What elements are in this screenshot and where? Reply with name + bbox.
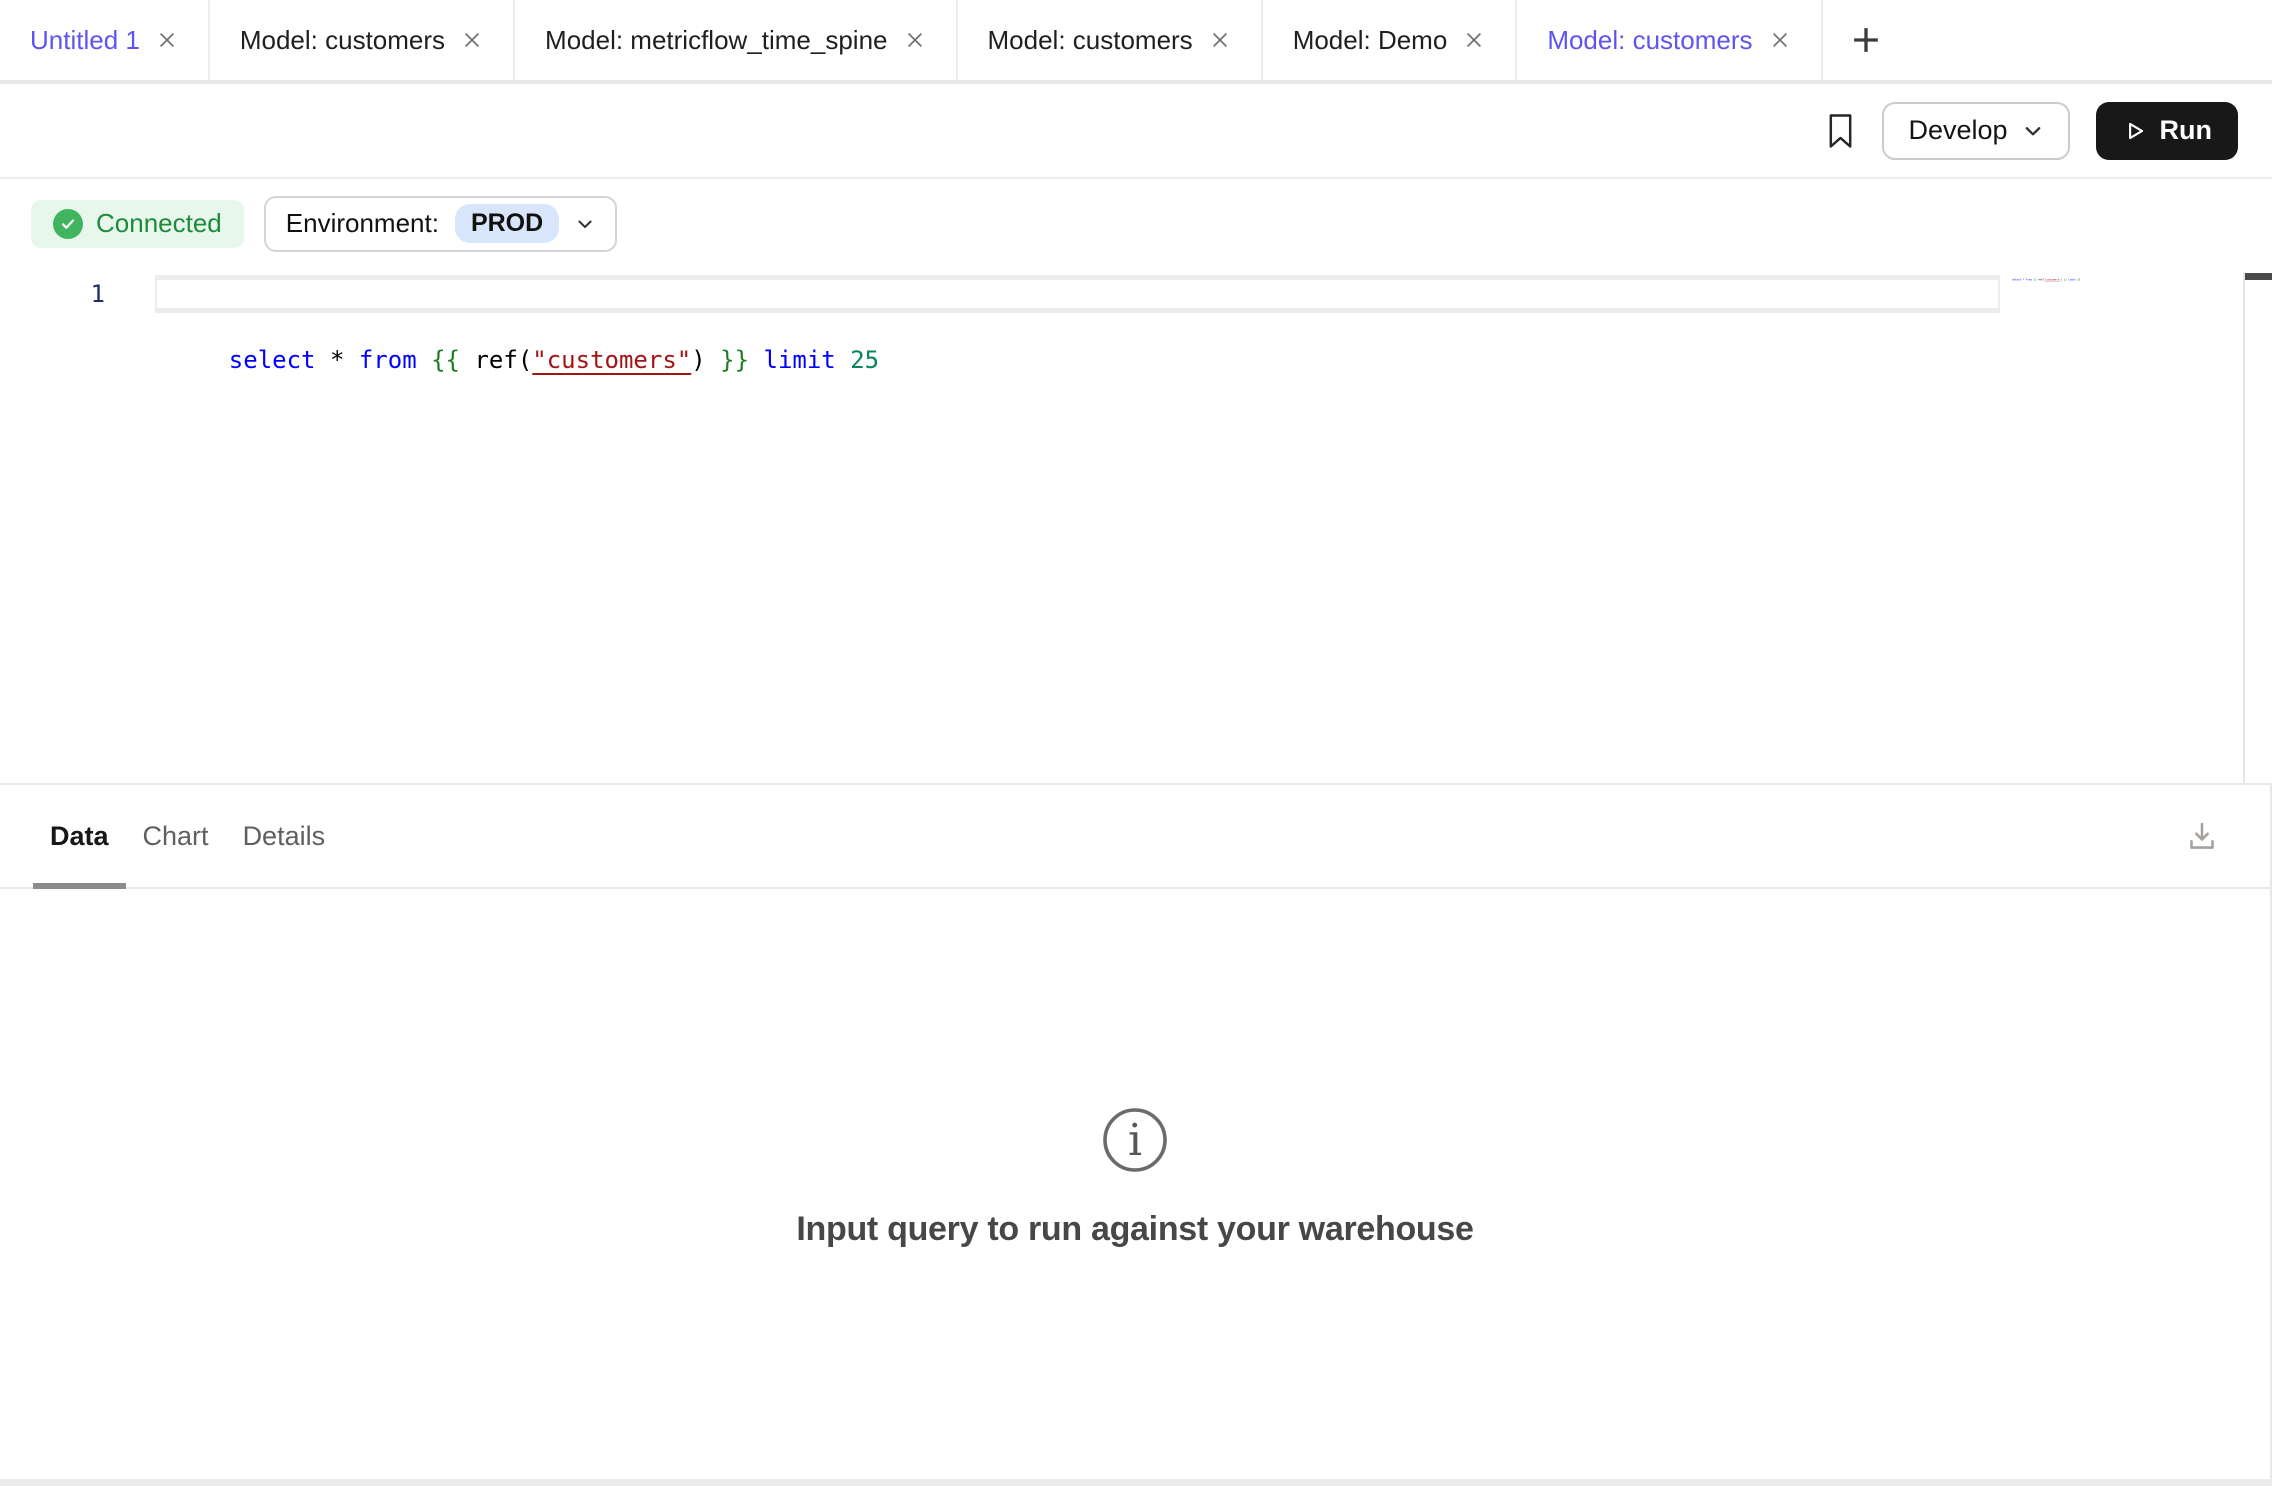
code-token: {{ bbox=[431, 346, 460, 374]
run-button[interactable]: Run bbox=[2096, 102, 2238, 160]
code-token: ref bbox=[474, 346, 517, 374]
chevron-down-icon bbox=[575, 214, 595, 234]
connection-status-badge: Connected bbox=[31, 200, 244, 248]
code-token bbox=[749, 346, 763, 374]
environment-selector[interactable]: Environment: PROD bbox=[264, 196, 617, 252]
results-tab-label: Data bbox=[50, 821, 109, 852]
tab-list: Untitled 1 Model: customers Model: metri… bbox=[0, 0, 1823, 80]
minimap-code: select * from {{ ref("customers") }} lim… bbox=[2003, 272, 2028, 281]
play-icon bbox=[2122, 118, 2148, 144]
close-icon[interactable] bbox=[1769, 29, 1791, 51]
bottom-edge-bar bbox=[0, 1479, 2272, 1486]
editor-tab[interactable]: Untitled 1 bbox=[0, 0, 210, 80]
editor-tab[interactable]: Model: metricflow_time_spine bbox=[515, 0, 957, 80]
code-token: select bbox=[229, 346, 316, 374]
line-number-gutter: 1 bbox=[0, 277, 157, 311]
sql-editor[interactable]: 1 select * from {{ ref("customers") }} l… bbox=[0, 268, 2272, 783]
bookmark-button[interactable] bbox=[1825, 111, 1856, 151]
status-row: Connected Environment: PROD bbox=[0, 179, 2272, 268]
line-number: 1 bbox=[0, 277, 105, 311]
toolbar: Develop Run bbox=[0, 84, 2272, 179]
code-token: limit bbox=[764, 346, 836, 374]
tab-bar: Untitled 1 Model: customers Model: metri… bbox=[0, 0, 2272, 84]
environment-label: Environment: bbox=[286, 208, 439, 239]
editor-tab[interactable]: Model: Demo bbox=[1263, 0, 1518, 80]
code-token bbox=[836, 346, 850, 374]
code-token: "customers" bbox=[532, 346, 691, 374]
editor-scrollbar-thumb[interactable] bbox=[2245, 273, 2272, 280]
chevron-down-icon bbox=[2022, 120, 2044, 142]
code-token: }} bbox=[720, 346, 749, 374]
tab-label: Model: Demo bbox=[1293, 25, 1448, 56]
tab-label: Model: customers bbox=[988, 25, 1193, 56]
results-tab-list: Data Chart Details bbox=[33, 785, 342, 887]
code-token: 25 bbox=[850, 346, 879, 374]
develop-dropdown[interactable]: Develop bbox=[1882, 102, 2069, 160]
code-line[interactable]: select * from {{ ref("customers") }} lim… bbox=[157, 278, 879, 377]
plus-icon bbox=[1847, 21, 1885, 59]
run-label: Run bbox=[2160, 115, 2212, 146]
code-token bbox=[344, 346, 358, 374]
connection-status-label: Connected bbox=[96, 208, 222, 239]
editor-scrollbar-track[interactable] bbox=[2243, 273, 2272, 783]
code-token: * bbox=[330, 346, 344, 374]
check-circle-icon bbox=[53, 209, 83, 239]
download-button[interactable] bbox=[2184, 818, 2220, 854]
code-token: from bbox=[359, 346, 417, 374]
code-token bbox=[316, 346, 330, 374]
develop-label: Develop bbox=[1908, 115, 2007, 146]
code-token: ) bbox=[691, 346, 705, 374]
close-icon[interactable] bbox=[1209, 29, 1231, 51]
editor-tab[interactable]: Model: customers bbox=[210, 0, 515, 80]
results-tab[interactable]: Chart bbox=[126, 785, 226, 887]
results-tab-label: Chart bbox=[143, 821, 209, 852]
code-token bbox=[417, 346, 431, 374]
code-token bbox=[706, 346, 720, 374]
code-token bbox=[460, 346, 474, 374]
tab-label: Model: customers bbox=[1547, 25, 1752, 56]
close-icon[interactable] bbox=[156, 29, 178, 51]
bookmark-icon bbox=[1825, 111, 1856, 151]
new-tab-button[interactable] bbox=[1823, 0, 1909, 80]
results-tab-bar: Data Chart Details bbox=[0, 785, 2270, 889]
empty-state: i Input query to run against your wareho… bbox=[0, 889, 2270, 1479]
tab-label: Untitled 1 bbox=[30, 25, 140, 56]
close-icon[interactable] bbox=[1463, 29, 1485, 51]
results-tab-label: Details bbox=[243, 821, 326, 852]
tab-label: Model: metricflow_time_spine bbox=[545, 25, 887, 56]
editor-tab[interactable]: Model: customers bbox=[958, 0, 1263, 80]
close-icon[interactable] bbox=[904, 29, 926, 51]
code-token: ( bbox=[518, 346, 532, 374]
info-icon: i bbox=[1101, 1106, 1169, 1174]
tab-label: Model: customers bbox=[240, 25, 445, 56]
ide-window: Untitled 1 Model: customers Model: metri… bbox=[0, 0, 2272, 1486]
svg-text:i: i bbox=[1128, 1115, 1142, 1166]
results-panel: Data Chart Details i bbox=[0, 783, 2272, 1479]
environment-value-pill: PROD bbox=[455, 204, 559, 243]
editor-tab[interactable]: Model: customers bbox=[1517, 0, 1822, 80]
close-icon[interactable] bbox=[461, 29, 483, 51]
empty-state-message: Input query to run against your warehous… bbox=[796, 1210, 1473, 1249]
results-tab[interactable]: Data bbox=[33, 785, 126, 887]
download-icon bbox=[2184, 818, 2220, 854]
minimap[interactable]: select * from {{ ref("customers") }} lim… bbox=[2003, 272, 2241, 372]
results-tab[interactable]: Details bbox=[226, 785, 343, 887]
